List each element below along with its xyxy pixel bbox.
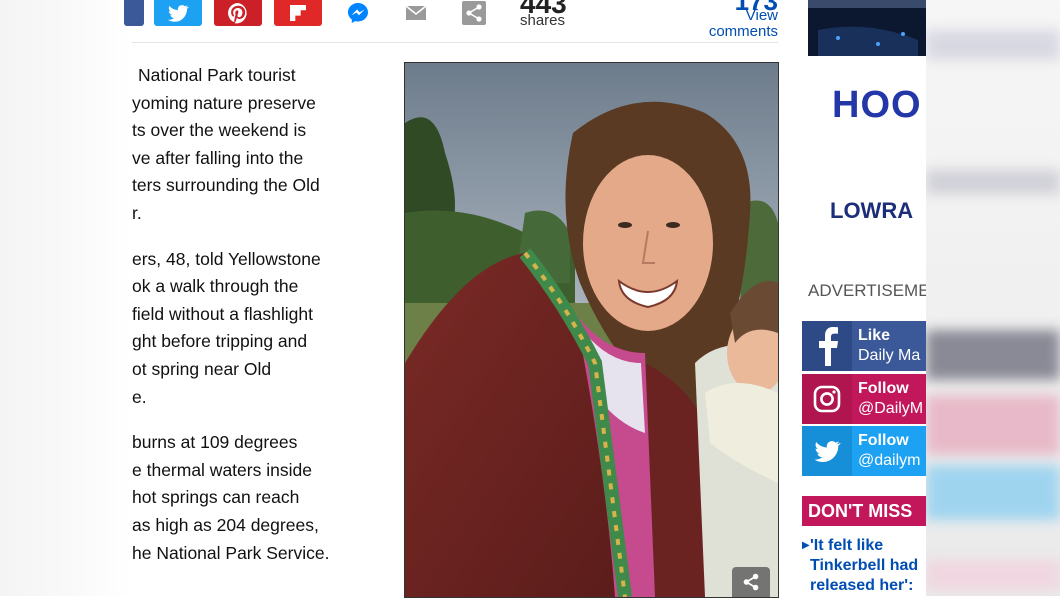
article-paragraph-1: National Park tourist yoming nature pres… <box>132 65 320 223</box>
ad-brand-logo-2[interactable]: LOWRA <box>830 198 913 224</box>
shares-label: shares <box>520 12 566 29</box>
ad-brand-logo-1[interactable]: HOO <box>832 84 922 127</box>
photo-illustration <box>405 63 778 597</box>
story-line3: released her': <box>810 577 914 594</box>
chevron-right-icon: ▶ <box>802 540 810 551</box>
twitter-line1: Follow <box>858 432 909 449</box>
share-icon <box>743 573 759 591</box>
dont-miss-header: DON'T MISS <box>802 496 926 526</box>
photo-share-button[interactable] <box>732 567 770 597</box>
instagram-line2: @DailyM <box>858 400 924 417</box>
left-background <box>0 0 132 596</box>
more-share-button[interactable] <box>450 0 498 26</box>
article-photo[interactable] <box>404 62 779 598</box>
dont-miss-story-link[interactable]: ▶ 'It felt like Tinkerbell had released … <box>802 536 919 596</box>
facebook-icon <box>802 321 852 371</box>
story-line1: 'It felt like <box>810 537 884 554</box>
ad-banner-image[interactable] <box>808 0 926 56</box>
ad-image <box>808 0 926 56</box>
article-column: National Park tourist yoming nature pres… <box>132 0 386 596</box>
facebook-line2: Daily Ma <box>858 347 921 364</box>
article-paragraph-3: burns at 109 degrees e thermal waters in… <box>132 432 330 563</box>
twitter-icon <box>802 426 852 476</box>
comments-label: comments <box>708 23 778 40</box>
share-icon <box>462 1 486 25</box>
email-icon <box>405 5 427 20</box>
instagram-follow-button[interactable]: Follow @DailyM <box>802 374 926 424</box>
right-rail: HOO LOWRA ADVERTISEME Like Daily Ma Foll… <box>802 0 926 596</box>
facebook-like-button[interactable]: Like Daily Ma <box>802 321 926 371</box>
facebook-line1: Like <box>858 327 891 344</box>
right-background <box>926 0 1060 596</box>
view-label: View <box>745 7 778 24</box>
article-paragraph-2: ers, 48, told Yellowstone ok a walk thro… <box>132 248 321 407</box>
twitter-follow-button[interactable]: Follow @dailym <box>802 426 926 476</box>
advertisement-label: ADVERTISEME <box>808 281 926 300</box>
email-share-button[interactable] <box>392 0 440 26</box>
instagram-line1: Follow <box>858 380 909 397</box>
twitter-line2: @dailym <box>858 452 921 469</box>
instagram-icon <box>802 374 852 424</box>
story-line2: Tinkerbell had <box>810 557 919 574</box>
view-comments-link[interactable]: View comments <box>709 8 778 40</box>
